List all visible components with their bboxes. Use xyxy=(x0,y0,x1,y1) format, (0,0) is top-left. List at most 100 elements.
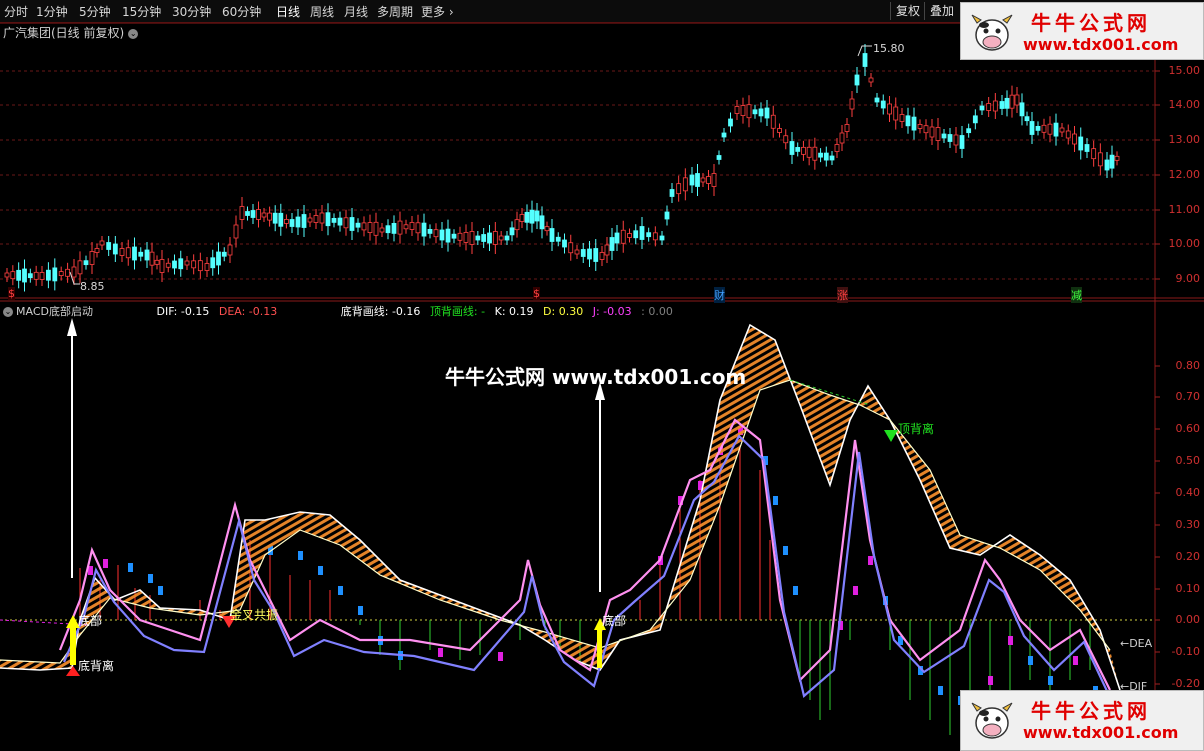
period-tab-timeshare[interactable]: 分时 xyxy=(4,3,28,20)
kdj-block xyxy=(773,496,778,505)
kdj-block xyxy=(498,652,503,661)
candle-body xyxy=(397,220,403,235)
candle-body xyxy=(343,217,349,229)
low-price-mark: 8.85 xyxy=(80,280,105,293)
candle-body xyxy=(758,108,764,117)
candle-body xyxy=(427,228,433,234)
candle-body xyxy=(1029,121,1035,135)
stock-title-text: 广汽集团(日线 前复权) xyxy=(3,26,125,40)
candle-body xyxy=(770,114,776,129)
period-tab-daily[interactable]: 日线 xyxy=(276,3,300,20)
dividend-marker[interactable]: $ xyxy=(8,287,15,300)
candle-body xyxy=(409,222,415,230)
candle-body xyxy=(1004,97,1010,109)
period-tab-30min[interactable]: 30分钟 xyxy=(172,3,211,20)
candle-body xyxy=(1078,136,1084,151)
candle-body xyxy=(197,260,203,272)
signal-bar xyxy=(70,625,76,665)
candle-body xyxy=(746,104,752,119)
candle-body xyxy=(165,262,171,268)
candle-body xyxy=(216,251,221,266)
candle-body xyxy=(1024,116,1030,122)
rise-marker[interactable]: 涨 xyxy=(837,287,848,303)
bottom-label: 底部 xyxy=(602,614,627,628)
period-tab-15min[interactable]: 15分钟 xyxy=(122,3,161,20)
candle-body xyxy=(862,53,868,67)
candle-body xyxy=(986,103,992,111)
candle-body xyxy=(562,239,567,248)
candle-body xyxy=(652,232,658,241)
candle-body xyxy=(184,260,190,266)
candle-body xyxy=(911,116,917,131)
finance-marker[interactable]: 财 xyxy=(714,287,725,303)
candle-body xyxy=(451,233,457,239)
candle-body xyxy=(379,227,385,233)
candle-body xyxy=(1035,126,1041,131)
candle-body xyxy=(77,260,83,275)
candle-body xyxy=(706,176,711,184)
candle-body xyxy=(138,251,144,257)
candle-body xyxy=(83,260,89,266)
candle-body xyxy=(1109,154,1115,169)
reduce-marker[interactable]: 减 xyxy=(1071,287,1082,303)
candle-body xyxy=(587,248,592,260)
candle-body xyxy=(385,225,391,234)
candle-body xyxy=(301,214,307,228)
kdj-block xyxy=(358,606,363,615)
candle-body xyxy=(593,248,599,262)
overlay-button[interactable]: 叠加 xyxy=(924,2,959,20)
candle-body xyxy=(125,247,131,259)
candle-body xyxy=(740,105,746,116)
candle-body xyxy=(319,212,325,224)
candle-body xyxy=(728,118,733,127)
candle-body xyxy=(391,222,397,234)
candle-body xyxy=(204,263,210,271)
candle-body xyxy=(498,235,504,241)
candle-body xyxy=(307,217,313,223)
adjust-button[interactable]: 复权 xyxy=(890,2,925,20)
kdj-block xyxy=(148,574,153,583)
candle-body xyxy=(711,173,717,187)
kdj-block xyxy=(988,676,993,685)
candle-body xyxy=(676,183,682,195)
candle-body xyxy=(373,221,379,236)
arrow-head xyxy=(67,318,77,336)
candle-body xyxy=(609,237,615,251)
candle-body xyxy=(250,210,256,218)
candle-body xyxy=(1091,148,1097,160)
candle-body xyxy=(475,235,481,241)
dividend-marker[interactable]: $ xyxy=(533,287,540,300)
period-tab-more[interactable]: 更多 › xyxy=(421,3,454,20)
indicator-name[interactable]: MACD底部启动 xyxy=(16,305,93,318)
candle-body xyxy=(574,249,580,255)
candle-body xyxy=(144,249,150,261)
candle-body xyxy=(445,228,451,243)
center-watermark: 牛牛公式网 www.tdx001.com xyxy=(445,365,747,389)
dif-value: DIF: -0.15 xyxy=(156,305,210,318)
watermark-banner: 牛牛公式网 www.tdx001.com xyxy=(960,690,1204,751)
period-tab-5min[interactable]: 5分钟 xyxy=(79,3,111,20)
period-tab-weekly[interactable]: 周线 xyxy=(310,3,334,20)
stock-title[interactable]: 广汽集团(日线 前复权) ⌄ xyxy=(3,24,139,41)
candle-body xyxy=(349,217,355,231)
chevron-right-icon: › xyxy=(445,5,454,19)
candle-body xyxy=(403,224,409,230)
candle-body xyxy=(313,215,319,223)
candle-body xyxy=(716,155,722,160)
candle-body xyxy=(849,98,855,110)
candle-body xyxy=(191,260,197,269)
macd-tick: 0.30 xyxy=(1175,518,1201,531)
macd-tick: 0.10 xyxy=(1175,582,1201,595)
chevron-down-icon[interactable]: ⌄ xyxy=(3,307,13,317)
period-tab-multi[interactable]: 多周期 xyxy=(377,3,413,20)
candle-body xyxy=(278,212,284,227)
candle-body xyxy=(529,209,535,224)
period-tab-60min[interactable]: 60分钟 xyxy=(222,3,261,20)
candle-body xyxy=(806,146,812,158)
candle-body xyxy=(4,272,10,278)
chevron-down-icon[interactable]: ⌄ xyxy=(128,28,139,39)
period-tab-1min[interactable]: 1分钟 xyxy=(36,3,68,20)
candle-body xyxy=(1072,133,1077,145)
candle-body xyxy=(887,103,892,115)
period-tab-monthly[interactable]: 月线 xyxy=(344,3,368,20)
